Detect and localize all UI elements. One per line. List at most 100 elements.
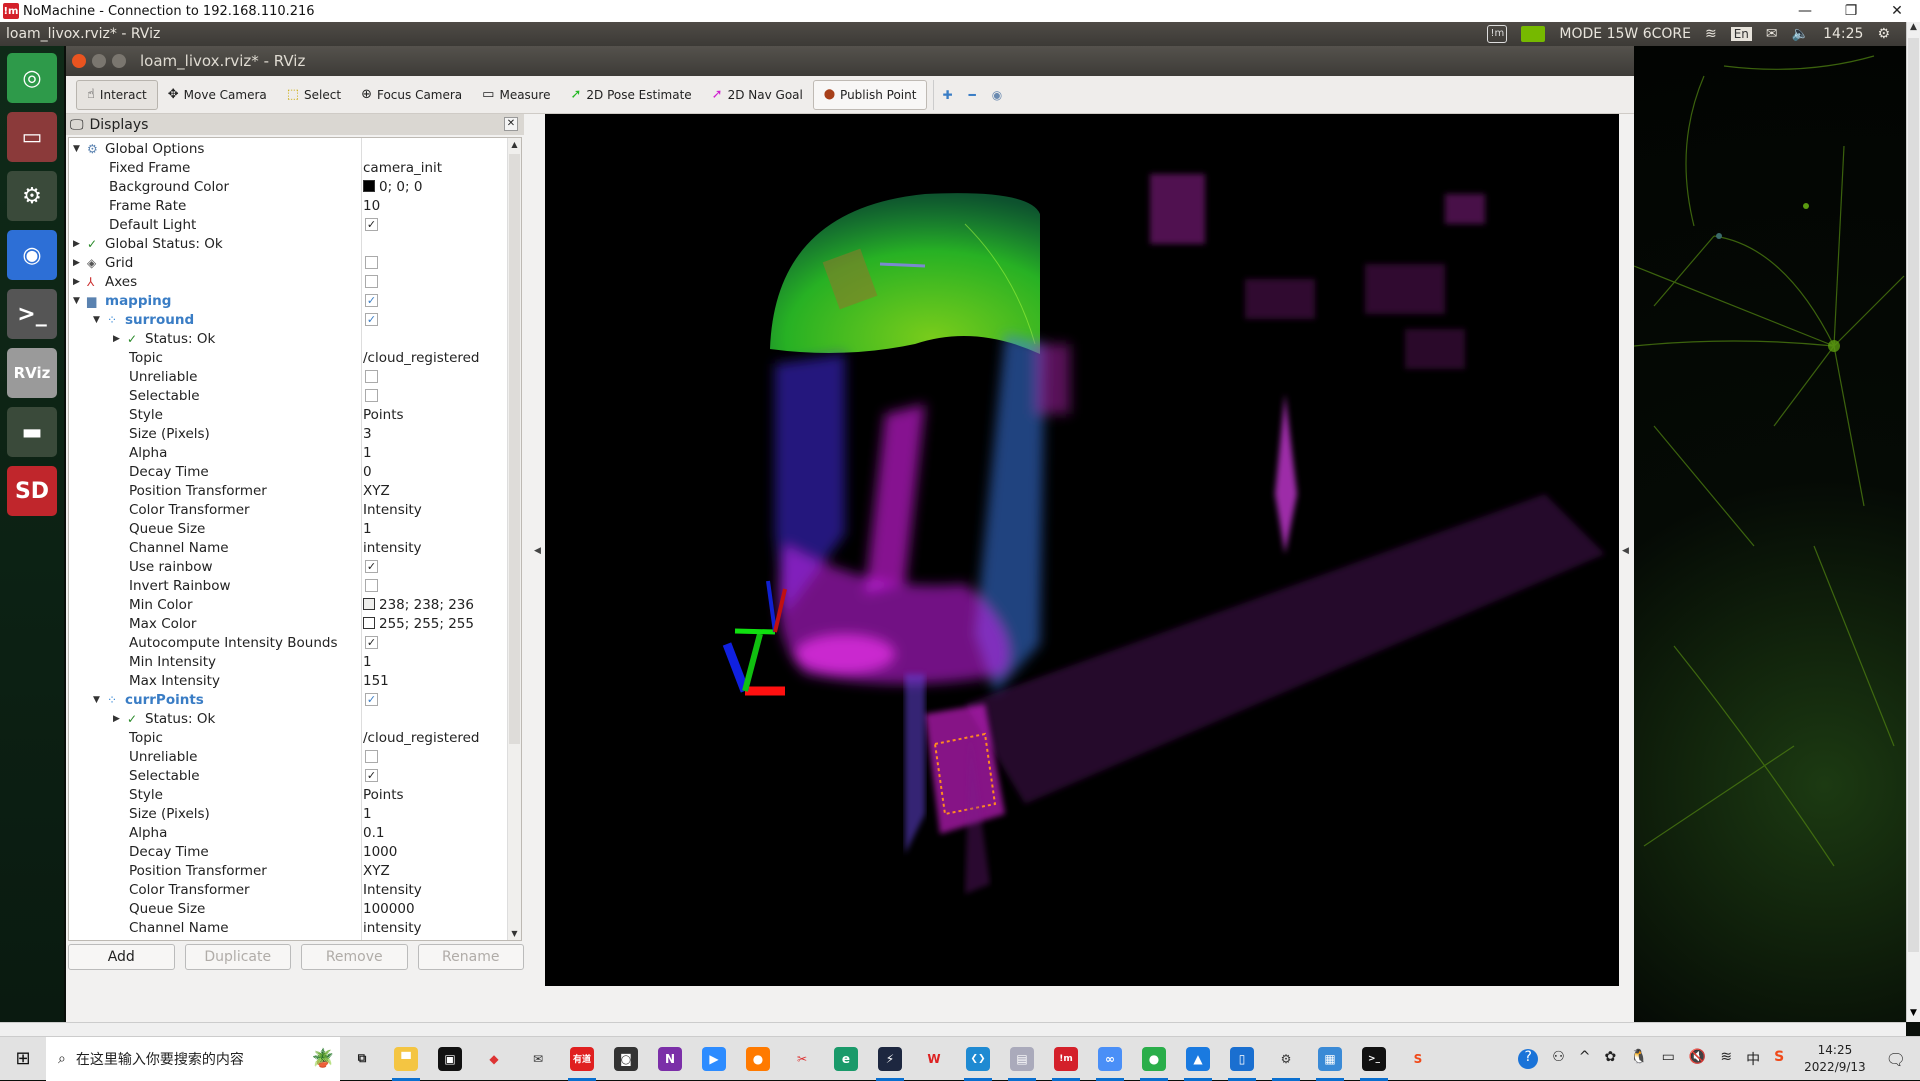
tool-publish-point[interactable]: ⬤ Publish Point [812,79,928,110]
property-value[interactable]: intensity [363,920,422,936]
expand-arrow-icon[interactable]: ▼ [73,144,80,154]
taskbar-task-view[interactable]: ⧉ [340,1037,384,1081]
launcher-sd-card-icon[interactable]: SD [7,466,57,516]
taskbar-zoom[interactable]: ▶ [692,1037,736,1081]
rename-display-button[interactable]: Rename [417,944,524,970]
property-row[interactable]: ▶ ✓ Status: Ok [69,329,501,348]
panel-clock[interactable]: 14:25 [1823,26,1863,42]
property-row[interactable]: Queue Size 100000 [69,899,501,918]
launcher-files-icon[interactable]: ▭ [7,112,57,162]
property-value[interactable]: camera_init [363,160,442,176]
collapse-arrow-icon[interactable]: ▶ [73,239,80,249]
property-value[interactable]: 1 [363,521,372,537]
window-minimize-button[interactable] [92,54,106,68]
property-row[interactable]: Fixed Frame camera_init [69,158,501,177]
property-value[interactable]: 0; 0; 0 [363,179,422,195]
property-row[interactable]: Autocompute Intensity Bounds ✓ [69,633,501,652]
tool-move-camera[interactable]: ✥ Move Camera [158,80,277,110]
launcher-chromium-icon[interactable]: ◉ [7,230,57,280]
viewer-horizontal-scrollbar[interactable] [0,1022,1906,1036]
taskbar-file-explorer[interactable]: ▀ [384,1037,428,1081]
taskbar-clock[interactable]: 14:25 2022/9/13 [1804,1042,1866,1076]
people-icon[interactable]: ⚇ [1552,1049,1565,1069]
property-row[interactable]: Max Intensity 151 [69,671,501,690]
tool-2d-nav-goal[interactable]: ➚ 2D Nav Goal [702,80,813,110]
taskbar-app-blue[interactable]: ▲ [1176,1037,1220,1081]
collapse-arrow-icon[interactable]: ▶ [73,258,80,268]
taskbar-baidu-netdisk[interactable]: ∞ [1088,1037,1132,1081]
property-row[interactable]: Decay Time 1000 [69,842,501,861]
ime-chinese-icon[interactable]: 中 [1746,1049,1760,1069]
scroll-up-icon[interactable]: ▲ [508,140,521,149]
property-value[interactable]: Points [363,407,404,423]
property-row[interactable]: Invert Rainbow [69,576,501,595]
property-row[interactable]: Queue Size 1 [69,519,501,538]
windows-start-button[interactable]: ⊞ [0,1048,46,1069]
sogou-icon[interactable]: S [1774,1049,1784,1069]
collapse-right-panel-icon[interactable]: ◀ [1622,546,1629,556]
property-value[interactable]: 151 [363,673,389,689]
collapse-arrow-icon[interactable]: ▶ [113,334,120,344]
show-hidden-icons-chevron-icon[interactable]: ^ [1579,1049,1591,1069]
property-row[interactable]: ▼ ⁘ currPoints ✓ [69,690,501,709]
window-maximize-button[interactable] [112,54,126,68]
restore-button[interactable]: ❐ [1828,0,1874,22]
property-row[interactable]: Style Points [69,785,501,804]
qq-icon[interactable]: 🐧 [1630,1049,1647,1069]
tool-2d-pose-estimate[interactable]: ➚ 2D Pose Estimate [560,80,701,110]
taskbar-search-box[interactable]: ⌕ 在这里输入你要搜索的内容 🪴 [46,1036,340,1081]
taskbar-monitor-app[interactable]: ▤ [1000,1037,1044,1081]
property-row[interactable]: Size (Pixels) 3 [69,424,501,443]
notification-center-icon[interactable]: 🗨 [1886,1050,1906,1069]
property-row[interactable]: Size (Pixels) 1 [69,804,501,823]
minimize-button[interactable]: — [1782,0,1828,22]
property-row[interactable]: Channel Name intensity [69,538,501,557]
taskbar-microsoft-store[interactable]: ▣ [428,1037,472,1081]
property-value[interactable]: 100000 [363,901,415,917]
property-row[interactable]: ▶ ✓ Status: Ok [69,709,501,728]
expand-arrow-icon[interactable]: ▼ [93,695,100,705]
scroll-down-icon[interactable]: ▼ [508,929,521,938]
add-tool-button[interactable]: ✚ [933,79,960,110]
property-checkbox[interactable] [365,389,378,402]
duplicate-display-button[interactable]: Duplicate [184,944,291,970]
remove-display-button[interactable]: Remove [301,944,408,970]
app-flower-icon[interactable]: ✿ [1604,1049,1616,1069]
collapse-left-panel-icon[interactable]: ◀ [534,546,541,556]
wifi-icon[interactable]: ≋ [1705,26,1717,42]
scroll-up-arrow-icon[interactable]: ▲ [1907,22,1920,36]
property-row[interactable]: ▼ ⁘ surround ✓ [69,310,501,329]
property-row[interactable]: Background Color 0; 0; 0 [69,177,501,196]
volume-icon[interactable]: 🔈 [1792,26,1809,42]
taskbar-youdao[interactable]: 有道 [560,1037,604,1081]
property-row[interactable]: ▶ ◈ Grid [69,253,501,272]
taskbar-wechat[interactable]: ● [1132,1037,1176,1081]
property-value[interactable]: 1000 [363,844,397,860]
taskbar-app-dark[interactable]: ⚡ [868,1037,912,1081]
property-checkbox[interactable]: ✓ [365,560,378,573]
color-swatch[interactable] [363,597,375,610]
property-checkbox[interactable]: ✓ [365,636,378,649]
property-row[interactable]: Style Points [69,405,501,424]
taskbar-nomachine[interactable]: !m [1044,1037,1088,1081]
property-checkbox[interactable]: ✓ [365,218,378,231]
property-row[interactable]: ▶ ⅄ Axes [69,272,501,291]
property-value[interactable]: 238; 238; 236 [363,597,474,613]
color-swatch[interactable] [363,179,375,192]
remove-tool-button[interactable]: ━ [961,80,984,110]
launcher-system-settings-icon[interactable]: ⚙ [7,171,57,221]
taskbar-settings[interactable]: ⚙ [1264,1037,1308,1081]
property-row[interactable]: Color Transformer Intensity [69,880,501,899]
property-checkbox[interactable]: ✓ [365,693,378,706]
scroll-thumb[interactable] [1908,38,1919,952]
session-gear-icon[interactable]: ⚙ [1877,26,1890,42]
tool-focus-camera[interactable]: ⊕ Focus Camera [351,80,472,110]
point-cloud-render[interactable] [545,114,1619,986]
tool-visibility-button[interactable]: ◉ [984,80,1010,110]
collapse-arrow-icon[interactable]: ▶ [113,714,120,724]
3d-render-viewport[interactable] [545,114,1619,986]
launcher-terminal-icon[interactable]: >_ [7,289,57,339]
nomachine-tray-icon[interactable]: !m [1487,25,1508,43]
property-value[interactable]: Intensity [363,882,422,898]
property-checkbox[interactable] [365,370,378,383]
